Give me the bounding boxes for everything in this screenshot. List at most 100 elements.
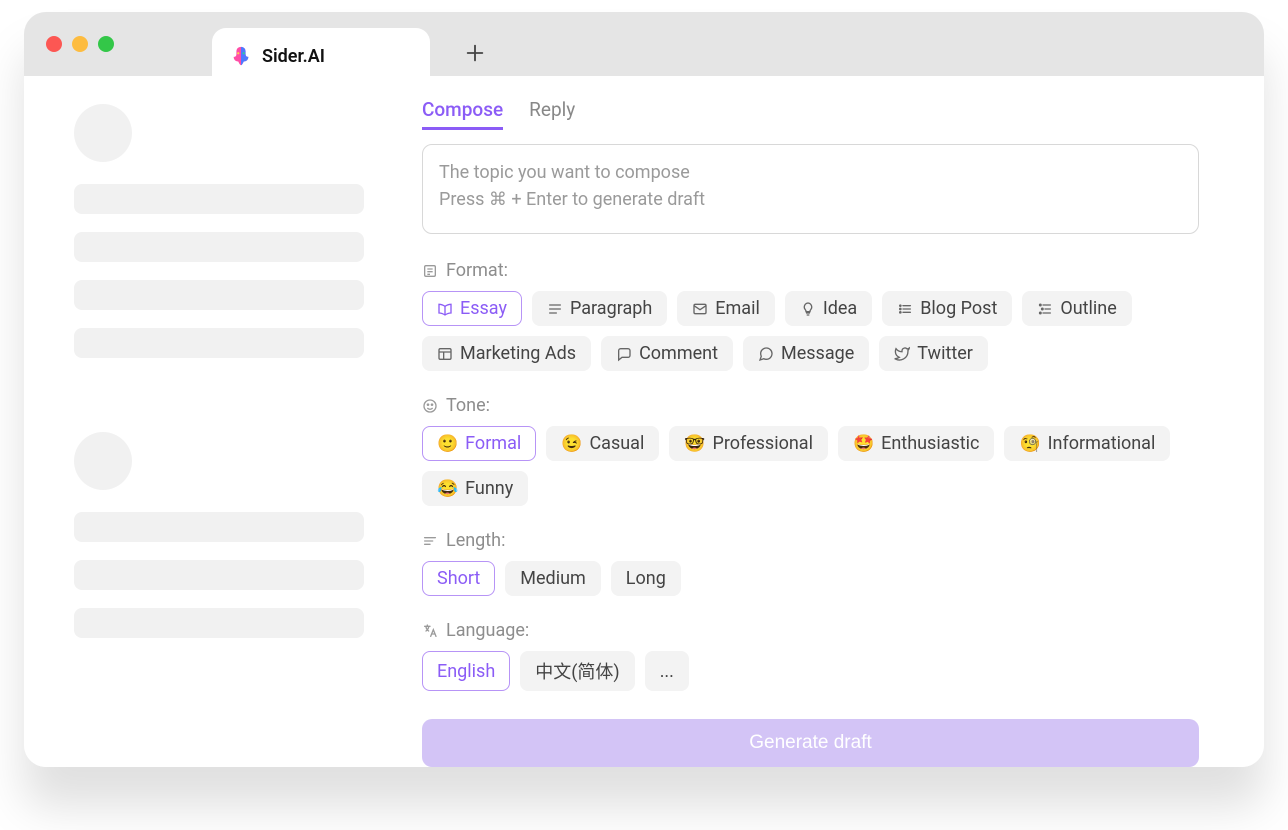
sidebar-skeleton (24, 76, 394, 767)
skeleton-avatar (74, 432, 132, 490)
chip-label: Blog Post (920, 298, 997, 319)
language-options: English 中文(简体)... (422, 651, 1199, 691)
chip-label: Paragraph (570, 298, 652, 319)
chip-icon (692, 301, 708, 317)
length-option-long[interactable]: Long (611, 561, 681, 596)
format-options: Essay Paragraph Email Idea Blog Post Outline M… (422, 291, 1199, 371)
browser-tab-sider[interactable]: Sider.AI (212, 28, 430, 84)
length-section-label: Length: (422, 530, 1199, 551)
skeleton-line (74, 560, 364, 590)
placeholder-text: The topic you want to compose (439, 159, 1182, 186)
format-option-comment[interactable]: Comment (601, 336, 733, 371)
titlebar: Sider.AI (24, 12, 1264, 76)
mode-tabs: Compose Reply (422, 98, 1199, 130)
tone-option-funny[interactable]: 😂 Funny (422, 471, 528, 506)
format-option-blog-post[interactable]: Blog Post (882, 291, 1012, 326)
language-icon (422, 623, 438, 639)
chip-icon (616, 346, 632, 362)
tone-icon (422, 398, 438, 414)
format-section-label: Format: (422, 260, 1199, 281)
chip-icon: 🤓 (684, 434, 705, 454)
close-window-button[interactable] (46, 36, 62, 52)
format-option-twitter[interactable]: Twitter (879, 336, 988, 371)
new-tab-button[interactable] (464, 42, 486, 64)
compose-panel: Compose Reply The topic you want to comp… (394, 76, 1264, 767)
chip-label: 中文(简体) (535, 658, 619, 684)
chip-label: Casual (589, 433, 644, 454)
chip-label: Twitter (917, 343, 973, 364)
maximize-window-button[interactable] (98, 36, 114, 52)
tone-option-formal[interactable]: 🙂 Formal (422, 426, 536, 461)
chip-icon (437, 346, 453, 362)
format-option-idea[interactable]: Idea (785, 291, 872, 326)
chip-label: Medium (520, 568, 586, 589)
length-icon (422, 533, 438, 549)
chip-icon: 🙂 (437, 434, 458, 454)
chip-label: Idea (823, 298, 857, 319)
chip-icon (894, 346, 910, 362)
chip-label: Long (626, 568, 666, 589)
format-option-paragraph[interactable]: Paragraph (532, 291, 667, 326)
chip-icon: 😂 (437, 479, 458, 499)
chip-label: Outline (1060, 298, 1116, 319)
skeleton-avatar (74, 104, 132, 162)
skeleton-group-2 (74, 512, 364, 638)
chip-icon: 🤩 (853, 434, 874, 454)
chip-icon (800, 301, 816, 317)
tone-section-label: Tone: (422, 395, 1199, 416)
format-option-message[interactable]: Message (743, 336, 869, 371)
tone-option-informational[interactable]: 🧐 Informational (1004, 426, 1170, 461)
chip-label: ... (660, 661, 674, 682)
chip-label: Funny (465, 478, 513, 499)
format-option-marketing-ads[interactable]: Marketing Ads (422, 336, 591, 371)
format-option-outline[interactable]: Outline (1022, 291, 1131, 326)
chip-label: English (437, 661, 495, 682)
chip-label: Enthusiastic (881, 433, 979, 454)
format-option-essay[interactable]: Essay (422, 291, 522, 326)
tab-title: Sider.AI (262, 46, 325, 67)
language-more[interactable]: ... (645, 651, 689, 691)
generate-draft-button[interactable]: Generate draft (422, 719, 1199, 767)
skeleton-line (74, 184, 364, 214)
chip-label: Comment (639, 343, 718, 364)
tone-option-enthusiastic[interactable]: 🤩 Enthusiastic (838, 426, 995, 461)
skeleton-line (74, 512, 364, 542)
chip-label: Email (715, 298, 760, 319)
language-option--[interactable]: 中文(简体) (520, 651, 634, 691)
chip-label: Professional (713, 433, 813, 454)
tab-compose[interactable]: Compose (422, 98, 503, 130)
language-option-english[interactable]: English (422, 651, 510, 691)
chip-label: Marketing Ads (460, 343, 576, 364)
chip-label: Message (781, 343, 854, 364)
length-option-medium[interactable]: Medium (505, 561, 601, 596)
chip-label: Short (437, 568, 480, 589)
chip-icon (758, 346, 774, 362)
format-icon (422, 263, 438, 279)
chip-label: Essay (460, 298, 507, 319)
chip-icon (897, 301, 913, 317)
length-option-short[interactable]: Short (422, 561, 495, 596)
tone-option-casual[interactable]: 😉 Casual (546, 426, 659, 461)
chip-icon (547, 301, 563, 317)
sider-logo-icon (230, 45, 252, 67)
compose-topic-input[interactable]: The topic you want to compose Press ⌘ + … (422, 144, 1199, 234)
tone-options: 🙂 Formal 😉 Casual 🤓 Professional 🤩 Enthusiastic… (422, 426, 1199, 506)
skeleton-line (74, 328, 364, 358)
skeleton-line (74, 280, 364, 310)
chip-label: Informational (1048, 433, 1156, 454)
language-section-label: Language: (422, 620, 1199, 641)
skeleton-line (74, 608, 364, 638)
length-options: Short Medium Long (422, 561, 1199, 596)
chip-icon: 🧐 (1019, 434, 1040, 454)
minimize-window-button[interactable] (72, 36, 88, 52)
chip-icon (437, 301, 453, 317)
skeleton-line (74, 232, 364, 262)
app-window: Sider.AI Compose (24, 12, 1264, 767)
placeholder-text: Press ⌘ + Enter to generate draft (439, 186, 1182, 213)
format-option-email[interactable]: Email (677, 291, 775, 326)
tone-option-professional[interactable]: 🤓 Professional (669, 426, 828, 461)
tab-reply[interactable]: Reply (529, 98, 575, 130)
chip-icon: 😉 (561, 434, 582, 454)
skeleton-group-1 (74, 184, 364, 358)
chip-label: Formal (465, 433, 521, 454)
